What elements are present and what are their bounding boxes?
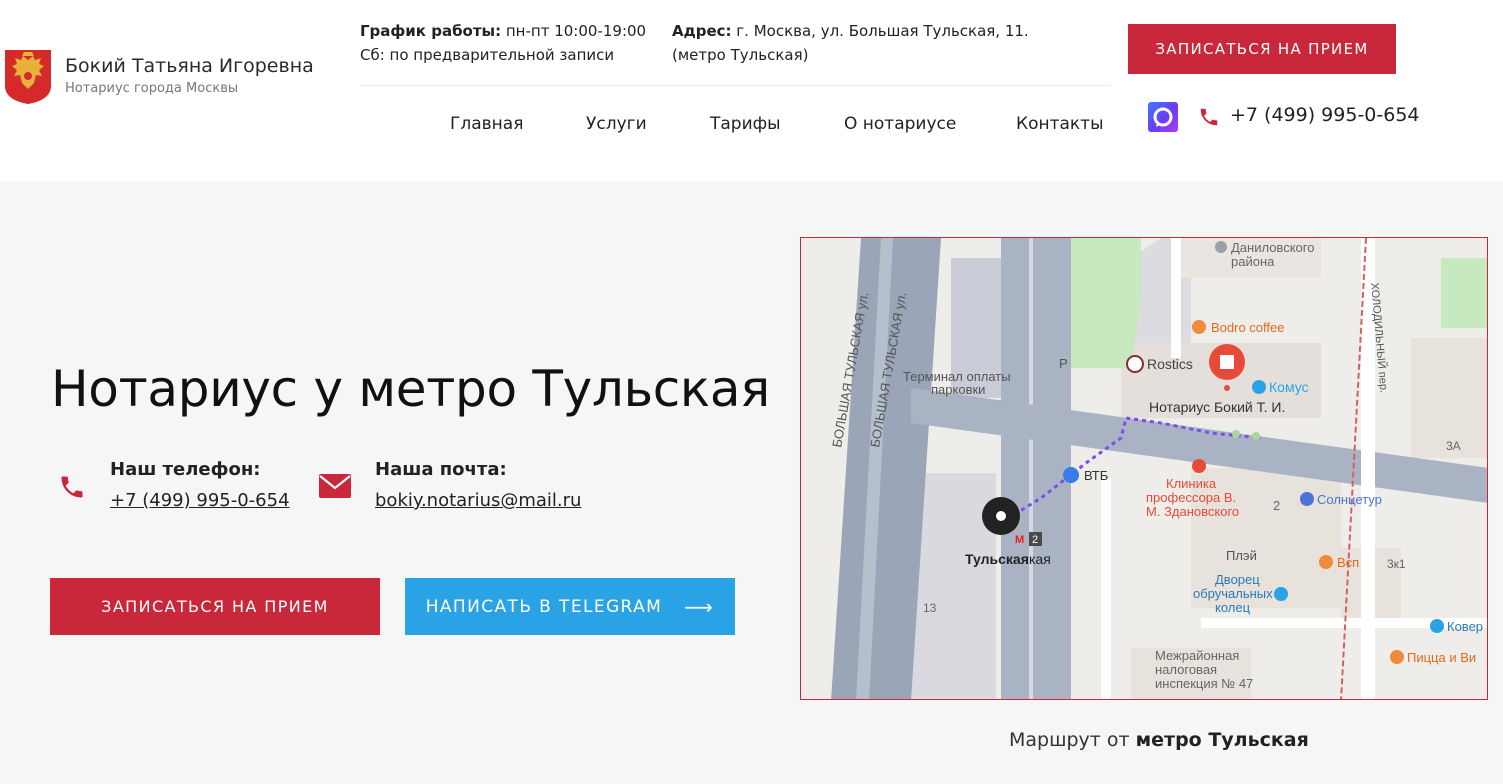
nav-tariffs[interactable]: Тарифы <box>710 114 781 134</box>
address-value: г. Москва, ул. Большая Тульская, 11. <box>731 22 1029 40</box>
map-metro-badge: 2 <box>1032 534 1038 546</box>
page-title: Нотариус у метро Тульская <box>51 360 770 418</box>
phone-label: Наш телефон: <box>110 459 261 480</box>
hours-saturday: Сб: по предварительной записи <box>360 46 615 64</box>
route-map[interactable]: БОЛЬШАЯ ТУЛЬСКАЯ ул. БОЛЬШАЯ ТУЛЬСКАЯ ул… <box>800 237 1488 700</box>
nav-home[interactable]: Главная <box>450 114 523 134</box>
mail-icon <box>319 474 351 498</box>
map-poi-label: обручальных <box>1193 586 1273 601</box>
map-poi-label: Тульская <box>965 551 1029 567</box>
appointment-button-label: ЗАПИСАТЬСЯ НА ПРИЕМ <box>101 597 329 616</box>
map-label: 3А <box>1446 439 1461 453</box>
map-poi-label: Пицца и Ви <box>1407 650 1476 665</box>
nav-services[interactable]: Услуги <box>586 114 647 134</box>
address-metro: (метро Тульская) <box>672 46 809 64</box>
map-poi-label: Bodro coffee <box>1211 320 1284 335</box>
map-poi-label: колец <box>1215 600 1251 615</box>
brand-subtitle: Нотариус города Москвы <box>65 81 239 96</box>
map-label: 13 <box>923 601 937 615</box>
header-phone-link[interactable]: +7 (499) 995-0-654 <box>1230 104 1420 126</box>
map-poi-label: Даниловского <box>1231 240 1314 255</box>
email-link[interactable]: bokiy.notarius@mail.ru <box>375 490 581 511</box>
map-poi-label: М. Здановского <box>1146 504 1239 519</box>
map-label: Р <box>1059 356 1068 371</box>
telegram-button[interactable]: НАПИСАТЬ В TELEGRAM ⟶ <box>405 578 735 635</box>
map-poi-label: Солнцетур <box>1317 492 1382 507</box>
brand-name[interactable]: Бокий Татьяна Игоревна <box>65 55 314 77</box>
map-poi-label: Rostics <box>1147 356 1193 372</box>
appointment-button[interactable]: ЗАПИСАТЬСЯ НА ПРИЕМ <box>50 578 380 635</box>
map-label: 3к1 <box>1387 557 1406 571</box>
map-poi-label: Нотариус Бокий Т. И. <box>1149 399 1285 415</box>
map-poi-label: Дворец <box>1215 572 1260 587</box>
map-poi-label: профессора В. <box>1146 490 1236 505</box>
map-poi-label: Комус <box>1269 379 1309 395</box>
phone-icon <box>61 476 83 498</box>
site-header: Бокий Татьяна Игоревна Нотариус города М… <box>0 0 1503 181</box>
map-poi-label: Ковер <box>1447 619 1483 634</box>
map-poi-label: Межрайонная <box>1155 648 1239 663</box>
map-poi-label: Всп <box>1337 555 1359 570</box>
map-poi-label: инспекция № 47 <box>1155 676 1253 691</box>
map-poi-label: ВТБ <box>1084 468 1108 483</box>
work-hours: График работы: пн-пт 10:00-19:00 Сб: по … <box>360 19 646 67</box>
map-poi-label: Плэй <box>1226 548 1257 563</box>
map-poi-label: парковки <box>931 382 985 397</box>
map-poi-label: налоговая <box>1155 662 1217 677</box>
map-caption: Маршрут от метро Тульская <box>1009 729 1309 751</box>
max-messenger-icon[interactable] <box>1148 102 1178 132</box>
arrow-right-icon: ⟶ <box>684 594 715 619</box>
hours-value: пн-пт 10:00-19:00 <box>501 22 647 40</box>
nav-contacts[interactable]: Контакты <box>1016 114 1104 134</box>
telegram-button-label: НАПИСАТЬ В TELEGRAM <box>425 596 663 617</box>
map-poi-label: Клиника <box>1166 476 1217 491</box>
hours-label: График работы: <box>360 22 502 40</box>
email-label: Наша почта: <box>375 459 507 480</box>
coat-of-arms-icon[interactable] <box>3 48 53 105</box>
nav-about[interactable]: О нотариусе <box>844 114 956 134</box>
map-poi-label: кая <box>1029 551 1051 567</box>
address-label: Адрес: <box>672 22 732 40</box>
map-label: 2 <box>1273 498 1280 513</box>
map-poi-label: района <box>1231 254 1275 269</box>
address: Адрес: г. Москва, ул. Большая Тульская, … <box>672 19 1029 67</box>
svg-text:M: M <box>1015 534 1024 546</box>
map-caption-bold: метро Тульская <box>1135 729 1309 751</box>
phone-link[interactable]: +7 (499) 995-0-654 <box>110 490 290 511</box>
appointment-button-top[interactable]: ЗАПИСАТЬСЯ НА ПРИЕМ <box>1128 24 1396 74</box>
header-divider <box>360 85 1110 86</box>
map-caption-prefix: Маршрут от <box>1009 729 1136 751</box>
phone-icon <box>1200 108 1218 126</box>
